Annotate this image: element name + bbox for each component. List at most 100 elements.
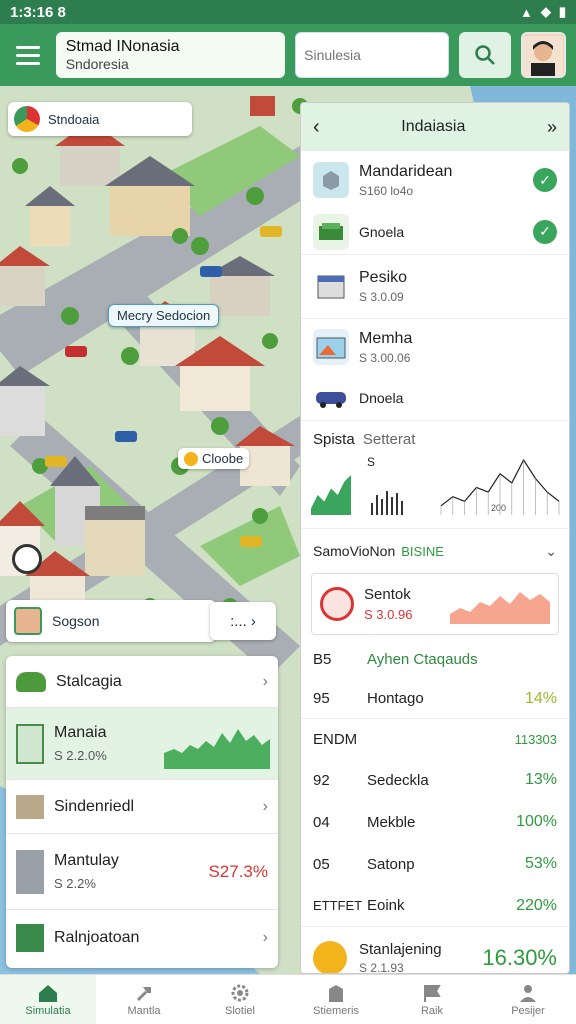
money-icon	[313, 213, 349, 250]
row-name: Ayhen Ctaqauds	[367, 650, 478, 668]
list-item[interactable]: Pesiko S 3.0.09	[301, 255, 569, 319]
table-row[interactable]: B5 Ayhen Ctaqauds	[301, 639, 569, 679]
back-icon[interactable]: ‹	[313, 116, 320, 139]
list-item[interactable]: Sindenriedl ›	[6, 780, 278, 834]
list-item[interactable]: Dnoela	[301, 375, 569, 421]
item-sub: S 2.2%	[54, 876, 96, 891]
check-icon: ✓	[533, 219, 557, 244]
item-name: Memha	[359, 329, 413, 347]
car-icon	[313, 380, 349, 416]
section-badge: BISINE	[401, 543, 444, 559]
item-label: Stalcagia	[56, 672, 122, 690]
item-chart	[164, 728, 270, 769]
chart-title: Spista	[313, 431, 355, 448]
nav-tab-label: Stiemeris	[313, 1004, 359, 1017]
table-row[interactable]: ENDM 113303	[301, 719, 569, 759]
chevron-right-icon[interactable]: ›	[263, 798, 268, 816]
item-sub: S 2.2.0%	[54, 748, 107, 763]
menu-button[interactable]	[10, 37, 46, 73]
row-id: 92	[313, 771, 330, 789]
list-item[interactable]: Memha S 3.00.06	[301, 319, 569, 375]
area-series	[311, 475, 351, 515]
row-id: ETTFET	[313, 898, 363, 913]
row-name: Eoink	[367, 897, 405, 914]
footer-row[interactable]: Stanlajening S 2.1.93 16.30%	[301, 927, 569, 973]
stats-chart-section: Spista Setterat S 200	[301, 421, 569, 529]
table-row[interactable]: 04 Mekble 100%	[301, 801, 569, 843]
person-icon	[520, 984, 536, 1002]
nav-tab-buildings[interactable]: Stiemeris	[288, 975, 384, 1024]
wifi-icon: ◆	[540, 4, 551, 19]
bar-mark	[391, 497, 393, 515]
footer-name: Stanlajening	[359, 941, 442, 958]
list-item[interactable]: Mantulay S 2.2% S27.3%	[6, 834, 278, 910]
area-label[interactable]: Mecry Sedocion	[108, 304, 220, 327]
bar-mark	[386, 491, 388, 515]
nav-tab-flag[interactable]: Raik	[384, 975, 480, 1024]
section-title: SamoVioNon	[313, 543, 396, 559]
list-item[interactable]: Gnoela ✓	[301, 209, 569, 255]
row-name: Satonp	[367, 855, 415, 873]
area-label-text: Mecry Sedocion	[117, 308, 211, 323]
bottom-nav: Simulatia Mantla Slotiel Stiemeris Raik …	[0, 974, 576, 1024]
nav-tab-build[interactable]: Mantla	[96, 975, 192, 1024]
item-sub: S 3.00.06	[359, 350, 411, 365]
featured-value: S 3.0.96	[364, 607, 413, 622]
building-icon	[329, 984, 343, 1002]
table-row[interactable]: ETTFET Eoink 220%	[301, 885, 569, 927]
list-item[interactable]: Manaia S 2.2.0%	[6, 708, 278, 780]
list-item[interactable]: Ralnjoatoan ›	[6, 910, 278, 966]
list-item[interactable]: Stalcagia ›	[6, 656, 278, 708]
chart-subtitle: Setterat	[362, 431, 416, 448]
photo-icon	[313, 329, 349, 365]
close-icon[interactable]: »	[547, 117, 557, 138]
battery-icon: ▮	[558, 4, 566, 19]
more-button[interactable]: :... ›	[210, 602, 276, 640]
table-row[interactable]: 95 Hontago 14%	[301, 679, 569, 719]
more-button-label: :... ›	[230, 612, 256, 630]
marker-label[interactable]: Cloobe	[178, 448, 250, 469]
coin-icon	[184, 451, 198, 466]
search-icon	[475, 45, 495, 65]
store-icon	[16, 924, 44, 952]
row-value: 14%	[524, 689, 557, 707]
nav-tab-profile[interactable]: Pesijer	[480, 975, 576, 1024]
player-card[interactable]: Sogson	[6, 600, 216, 642]
left-panel: Stalcagia › Manaia S 2.2.0% Sindenriedl ›…	[6, 656, 278, 968]
player-avatar	[14, 607, 42, 635]
nav-tab-home[interactable]: Simulatia	[0, 975, 96, 1024]
item-name: Dnoela	[359, 389, 404, 406]
avatar[interactable]	[520, 32, 566, 78]
signal-icon: ▲	[519, 4, 533, 20]
map-pin[interactable]	[12, 544, 42, 574]
item-label: Sindenriedl	[54, 797, 135, 815]
nav-tab-label: Pesijer	[511, 1004, 545, 1017]
item-label: Mantulay	[54, 852, 119, 869]
chevron-right-icon[interactable]: ›	[263, 673, 268, 691]
region-panel-title: Indaiasia	[401, 118, 466, 135]
row-id: 95	[313, 690, 330, 707]
coin-icon	[313, 941, 347, 973]
search-input[interactable]	[295, 32, 450, 78]
player-label: Sogson	[52, 613, 100, 629]
row-id: 04	[313, 813, 330, 831]
mini-chart	[311, 458, 560, 515]
chevron-down-icon[interactable]: ⌄	[545, 543, 557, 560]
status-icons: ▲ ◆ ▮	[520, 4, 566, 20]
chevron-right-icon[interactable]: ›	[263, 929, 268, 947]
status-bar: 1:3:16 8 ▲ ◆ ▮	[0, 0, 576, 24]
row-name: Sedeckla	[367, 771, 429, 789]
table-row[interactable]: 05 Satonp 53%	[301, 843, 569, 885]
island-icon	[16, 671, 46, 692]
table-row[interactable]: 92 Sedeckla 13%	[301, 759, 569, 801]
item-value: S27.3%	[208, 861, 268, 881]
section-header[interactable]: SamoVioNon BISINE ⌄	[301, 529, 569, 573]
list-item[interactable]: Mandaridean S160 lo4o ✓	[301, 151, 569, 209]
location-label[interactable]: Stndoaia	[8, 102, 192, 136]
featured-card[interactable]: Sentok S 3.0.96	[311, 573, 559, 635]
featured-chart	[450, 592, 550, 624]
status-time: 1:3:16 8	[10, 3, 66, 21]
item-name: Pesiko	[359, 269, 408, 286]
search-button[interactable]	[459, 32, 511, 78]
nav-tab-settings[interactable]: Slotiel	[192, 975, 288, 1024]
